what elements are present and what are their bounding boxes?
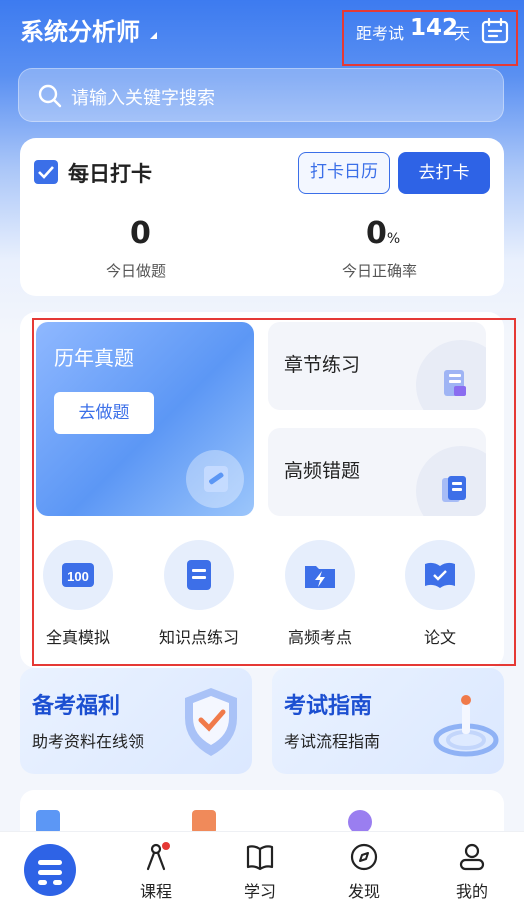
header: 系统分析师 距考试 142 天 <box>0 0 524 66</box>
exam-100-icon: 100 <box>62 563 94 587</box>
daily-checkin-card: 每日打卡 打卡日历 去打卡 0 今日做题 0% 今日正确率 <box>20 138 504 296</box>
search-placeholder: 请输入关键字搜索 <box>71 88 215 109</box>
checkin-title: 每日打卡 <box>68 162 152 186</box>
home-logo-icon <box>24 844 76 896</box>
book-icon <box>246 845 274 871</box>
tab-label: 学习 <box>243 882 276 901</box>
start-practice-button[interactable]: 去做题 <box>54 392 154 434</box>
tool-essay[interactable]: 论文 <box>390 540 490 650</box>
bottom-tab-bar: 课程 学习 发现 我的 <box>0 831 524 905</box>
exam-countdown[interactable]: 距考试 142 天 <box>342 10 518 66</box>
checkin-calendar-button[interactable]: 打卡日历 <box>298 152 390 194</box>
search-icon <box>38 84 62 108</box>
accuracy-unit: % <box>386 231 401 247</box>
search-bar[interactable]: 请输入关键字搜索 <box>18 68 504 122</box>
dropdown-caret-icon[interactable] <box>150 32 157 39</box>
promo-title: 备考福利 <box>32 694 121 719</box>
promo-subtitle: 助考资料在线领 <box>32 732 145 751</box>
chapter-practice-card[interactable]: 章节练习 <box>268 322 486 410</box>
past-papers-title: 历年真题 <box>54 346 134 370</box>
shield-check-icon <box>185 688 237 756</box>
document-stack-icon <box>444 370 466 396</box>
svg-text:100: 100 <box>67 569 89 584</box>
tool-label: 论文 <box>423 628 456 647</box>
accuracy-value: 0 <box>366 216 387 251</box>
notebook-icon <box>187 560 211 590</box>
tool-label: 全真模拟 <box>45 628 110 647</box>
tool-knowledge-practice[interactable]: 知识点练习 <box>149 540 249 650</box>
countdown-prefix: 距考试 <box>356 24 405 43</box>
frequent-mistakes-card[interactable]: 高频错题 <box>268 428 486 516</box>
tool-full-mock-exam[interactable]: 100 全真模拟 <box>28 540 128 650</box>
pencil-card-icon <box>186 450 244 508</box>
countdown-suffix: 天 <box>454 24 471 43</box>
tool-label: 高频考点 <box>287 628 352 647</box>
lightning-folder-icon <box>305 566 335 588</box>
tab-label: 课程 <box>139 882 172 901</box>
past-papers-card[interactable]: 历年真题 去做题 <box>36 322 254 516</box>
tab-label: 发现 <box>347 882 380 901</box>
today-questions-value: 0 <box>130 216 151 251</box>
countdown-days: 142 <box>410 15 459 41</box>
tab-courses[interactable]: 课程 <box>104 832 208 905</box>
target-person-icon <box>433 695 499 757</box>
tool-hot-topics[interactable]: 高频考点 <box>270 540 370 650</box>
exam-guide-card[interactable]: 考试指南 考试流程指南 <box>272 668 504 774</box>
user-icon <box>459 843 485 871</box>
error-document-icon <box>442 476 466 502</box>
chapter-practice-title: 章节练习 <box>284 354 361 376</box>
tab-label: 我的 <box>455 882 488 901</box>
accuracy-label: 今日正确率 <box>342 262 418 280</box>
today-questions-label: 今日做题 <box>106 262 167 280</box>
promo-subtitle: 考试流程指南 <box>284 732 381 751</box>
tab-mine[interactable]: 我的 <box>420 832 524 905</box>
tool-label: 知识点练习 <box>158 628 239 647</box>
accuracy-value-wrap: 0% <box>366 216 400 251</box>
app-title[interactable]: 系统分析师 <box>20 12 140 47</box>
tab-discover[interactable]: 发现 <box>312 832 416 905</box>
calendar-icon[interactable] <box>481 18 509 44</box>
notification-dot <box>162 842 170 850</box>
checkbox-icon <box>34 160 58 184</box>
frequent-mistakes-title: 高频错题 <box>284 460 361 482</box>
exam-benefits-card[interactable]: 备考福利 助考资料在线领 <box>20 668 252 774</box>
tab-study[interactable]: 学习 <box>208 832 312 905</box>
open-book-icon <box>425 562 455 588</box>
tab-home[interactable] <box>0 832 104 905</box>
promo-title: 考试指南 <box>284 694 373 719</box>
compass-icon <box>350 843 378 871</box>
checkin-button[interactable]: 去打卡 <box>398 152 490 194</box>
